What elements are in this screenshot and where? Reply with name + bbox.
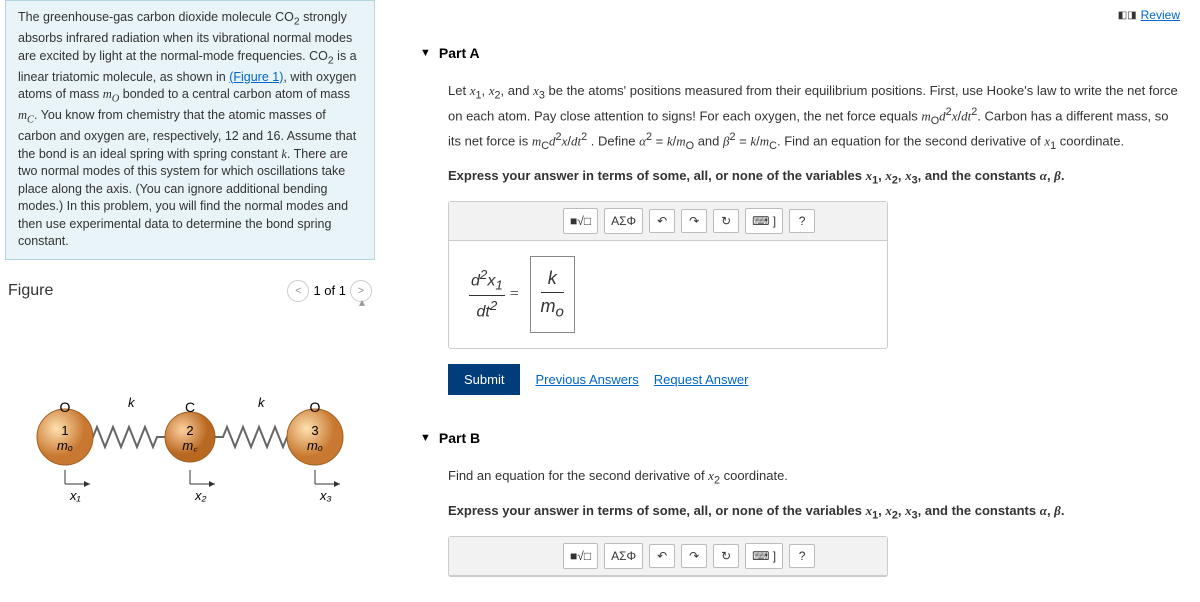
collapse-icon: ▼ (420, 47, 431, 59)
svg-text:mₒ: mₒ (307, 438, 323, 453)
figure-counter: 1 of 1 (313, 283, 346, 298)
help-button[interactable]: ? (789, 209, 815, 233)
answer-value[interactable]: k mo (530, 256, 575, 333)
answer-box-b: ■√□ ΑΣΦ ↶ ↷ ↻ ⌨ ] ? (448, 536, 888, 577)
greek-button[interactable]: ΑΣΦ (604, 543, 643, 569)
greek-button[interactable]: ΑΣΦ (604, 208, 643, 234)
part-a-text: Let x1, x2, and x3 be the atoms' positio… (448, 81, 1180, 154)
svg-text:C: C (185, 399, 195, 415)
collapse-icon: ▼ (420, 432, 431, 444)
svg-text:3: 3 (311, 423, 318, 438)
previous-answers-link[interactable]: Previous Answers (535, 370, 638, 390)
part-a-header[interactable]: ▼ Part A (400, 45, 1180, 61)
figure-body: ▴ k k O 1 mₒ C 2 m꜀ (0, 312, 380, 602)
part-b-body: Find an equation for the second derivati… (400, 466, 1180, 577)
button-row-a: Submit Previous Answers Request Answer (448, 364, 1180, 395)
undo-button[interactable]: ↶ (649, 209, 675, 233)
svg-text:mₒ: mₒ (57, 438, 73, 453)
keyboard-button[interactable]: ⌨ ] (745, 543, 783, 569)
svg-text:m꜀: m꜀ (182, 438, 198, 453)
help-button[interactable]: ? (789, 544, 815, 568)
answer-box-a: ■√□ ΑΣΦ ↶ ↷ ↻ ⌨ ] ? d2x1 dt2 = (448, 201, 888, 349)
templates-button[interactable]: ■√□ (563, 543, 598, 569)
reset-button[interactable]: ↻ (713, 209, 739, 233)
part-a-body: Let x1, x2, and x3 be the atoms' positio… (400, 81, 1180, 395)
redo-button[interactable]: ↷ (681, 209, 707, 233)
review-link[interactable]: Review (1118, 8, 1180, 22)
scroll-up-icon[interactable]: ▴ (354, 294, 370, 310)
answer-input-row[interactable]: d2x1 dt2 = k mo (449, 241, 887, 348)
templates-button[interactable]: ■√□ (563, 208, 598, 234)
molecule-diagram: k k O 1 mₒ C 2 m꜀ O 3 mₒ x₁ (30, 392, 350, 522)
right-panel: Review ▼ Part A Let x1, x2, and x3 be th… (380, 0, 1200, 602)
figure-title: Figure (8, 282, 53, 300)
figure-link[interactable]: (Figure 1) (229, 70, 283, 84)
undo-button[interactable]: ↶ (649, 544, 675, 568)
svg-text:x₂: x₂ (194, 488, 207, 503)
reset-button[interactable]: ↻ (713, 544, 739, 568)
figure-header: Figure < 1 of 1 > (0, 270, 380, 312)
svg-text:O: O (310, 399, 321, 415)
submit-button[interactable]: Submit (448, 364, 520, 395)
part-b-header[interactable]: ▼ Part B (400, 430, 1180, 446)
part-b-text: Find an equation for the second derivati… (448, 466, 1180, 489)
part-b-instruction: Express your answer in terms of some, al… (448, 501, 1180, 524)
svg-text:O: O (60, 399, 71, 415)
svg-text:k: k (258, 395, 266, 410)
figure-prev-button[interactable]: < (287, 280, 309, 302)
request-answer-link[interactable]: Request Answer (654, 370, 749, 390)
svg-text:k: k (128, 395, 136, 410)
redo-button[interactable]: ↷ (681, 544, 707, 568)
svg-text:x₁: x₁ (69, 488, 81, 503)
part-a-instruction: Express your answer in terms of some, al… (448, 166, 1180, 189)
svg-text:x₃: x₃ (319, 488, 332, 503)
answer-lhs: d2x1 dt2 = (469, 265, 520, 325)
problem-statement: The greenhouse-gas carbon dioxide molecu… (5, 0, 375, 260)
left-panel: The greenhouse-gas carbon dioxide molecu… (0, 0, 380, 602)
answer-toolbar: ■√□ ΑΣΦ ↶ ↷ ↻ ⌨ ] ? (449, 202, 887, 241)
keyboard-button[interactable]: ⌨ ] (745, 208, 783, 234)
svg-text:2: 2 (186, 423, 193, 438)
svg-text:1: 1 (61, 423, 68, 438)
answer-toolbar-b: ■√□ ΑΣΦ ↶ ↷ ↻ ⌨ ] ? (449, 537, 887, 576)
